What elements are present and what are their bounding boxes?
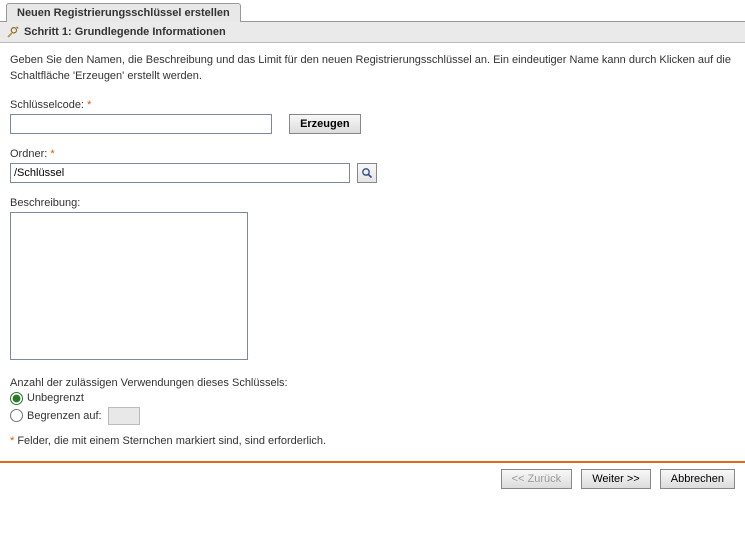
key-code-label: Schlüsselcode: * xyxy=(10,99,735,111)
next-button[interactable]: Weiter >> xyxy=(581,469,651,489)
step-title: Schritt 1: Grundlegende Informationen xyxy=(24,26,226,38)
step-header: Schritt 1: Grundlegende Informationen xyxy=(0,22,745,43)
divider xyxy=(0,461,745,463)
wizard-footer: << Zurück Weiter >> Abbrechen xyxy=(0,467,745,497)
usage-limited-label: Begrenzen auf: xyxy=(27,410,102,422)
instruction-text: Geben Sie den Namen, die Beschreibung un… xyxy=(10,53,735,85)
usage-unlimited-label: Unbegrenzt xyxy=(27,392,84,404)
folder-label: Ordner: * xyxy=(10,148,735,160)
magnifier-icon xyxy=(361,167,373,179)
tab-create-registration-key[interactable]: Neuen Registrierungsschlüssel erstellen xyxy=(6,3,241,22)
usage-unlimited-radio[interactable] xyxy=(10,392,23,405)
usage-limited-radio[interactable] xyxy=(10,409,23,422)
cancel-button[interactable]: Abbrechen xyxy=(660,469,735,489)
usage-limit-input xyxy=(108,407,140,425)
description-label: Beschreibung: xyxy=(10,197,735,209)
required-footnote: * Felder, die mit einem Sternchen markie… xyxy=(10,435,735,447)
back-button: << Zurück xyxy=(501,469,573,489)
tools-icon xyxy=(6,25,20,39)
description-input[interactable] xyxy=(10,212,248,360)
key-code-input[interactable] xyxy=(10,114,272,134)
folder-input[interactable] xyxy=(10,163,350,183)
tab-label: Neuen Registrierungsschlüssel erstellen xyxy=(17,7,230,19)
generate-button[interactable]: Erzeugen xyxy=(289,114,361,134)
usage-limit-label: Anzahl der zulässigen Verwendungen diese… xyxy=(10,377,735,389)
browse-folder-button[interactable] xyxy=(357,163,377,183)
